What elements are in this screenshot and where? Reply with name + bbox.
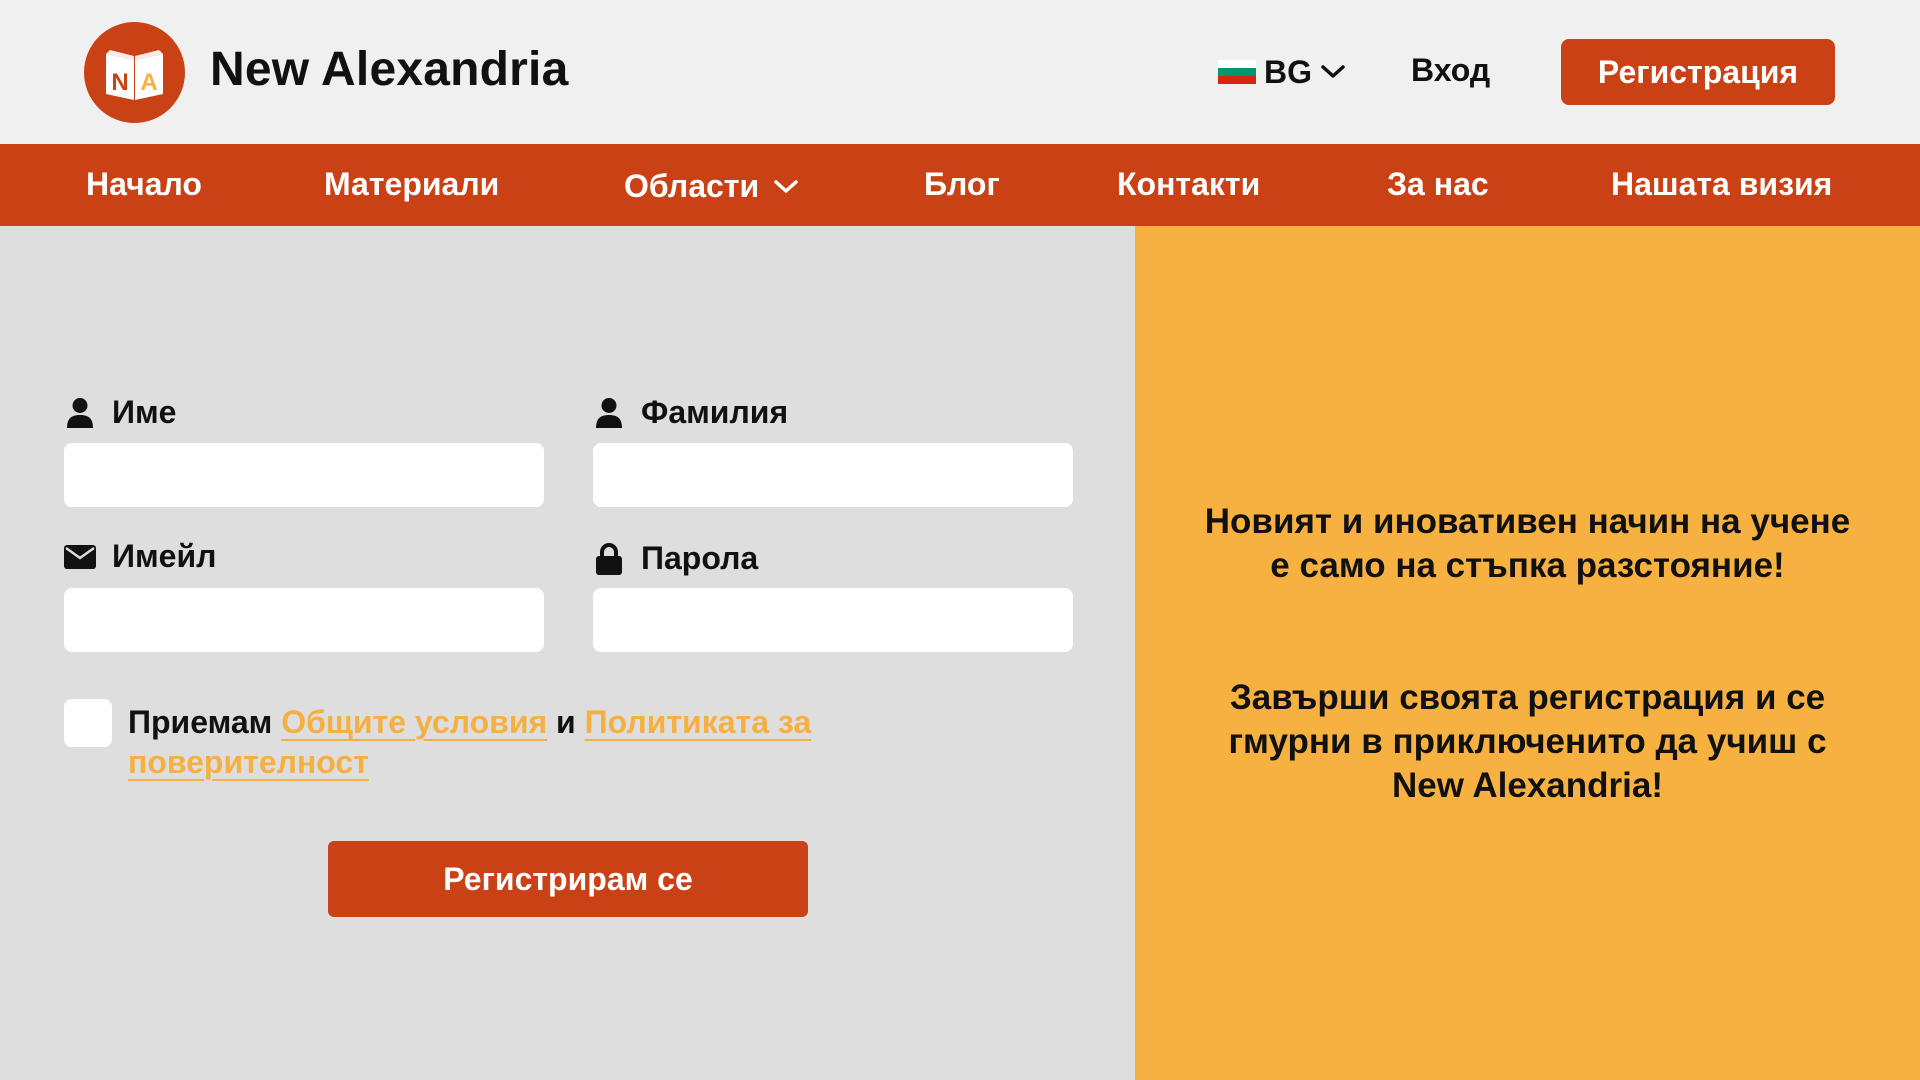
language-selector[interactable]: BG: [1218, 54, 1346, 90]
terms-conjunction: и: [556, 704, 576, 740]
bulgaria-flag-icon: [1218, 60, 1256, 84]
terms-link[interactable]: Общите условия: [281, 704, 547, 740]
nav-item-vision[interactable]: Нашата визия: [1611, 166, 1832, 203]
terms-prefix: Приемам: [128, 704, 273, 740]
top-header: N A New Alexandria BG Вход Регистрация: [0, 0, 1920, 144]
logo-letter-n: N: [111, 69, 128, 96]
nav-item-about[interactable]: За нас: [1387, 166, 1489, 203]
logo[interactable]: N A: [84, 22, 185, 123]
language-label: BG: [1264, 53, 1312, 90]
last-name-input[interactable]: [593, 443, 1073, 507]
promo-text-1: Новият и иновативен начин на учене е сам…: [1204, 502, 1851, 585]
user-icon: [593, 397, 625, 429]
brand-name[interactable]: New Alexandria: [210, 42, 569, 97]
login-link[interactable]: Вход: [1411, 52, 1490, 89]
nav-item-materials[interactable]: Материали: [324, 166, 499, 203]
promo-text-2: Завърши своята регистрация и се гмурни в…: [1228, 678, 1827, 805]
chevron-down-icon: [774, 179, 798, 193]
chevron-down-icon: [1321, 65, 1345, 78]
promo-panel: Новият и иновативен начин на учене е сам…: [1135, 226, 1920, 1080]
first-name-input[interactable]: [64, 443, 544, 507]
nav-item-label: Блог: [924, 166, 1000, 202]
first-name-label-text: Име: [112, 394, 177, 430]
nav-item-label: Нашата визия: [1611, 166, 1833, 202]
last-name-label: Фамилия: [593, 394, 788, 431]
password-label-text: Парола: [641, 540, 759, 576]
lock-icon: [593, 542, 625, 575]
registration-form: Име Фамилия Имейл Парола Приемам Общите …: [0, 226, 1135, 1080]
terms-checkbox[interactable]: [64, 699, 112, 747]
first-name-label: Име: [64, 394, 176, 431]
email-label-text: Имейл: [112, 538, 217, 574]
user-icon: [64, 397, 96, 429]
email-input[interactable]: [64, 588, 544, 652]
submit-register-button[interactable]: Регистрирам се: [328, 841, 808, 917]
nav-item-label: Контакти: [1117, 166, 1261, 202]
register-button[interactable]: Регистрация: [1561, 39, 1835, 105]
nav-item-label: Материали: [324, 166, 500, 202]
last-name-label-text: Фамилия: [641, 394, 789, 430]
main-nav: Начало Материали Области Блог Контакти З…: [0, 144, 1920, 226]
password-label: Парола: [593, 540, 758, 577]
email-label: Имейл: [64, 538, 216, 575]
nav-item-label: За нас: [1387, 166, 1489, 202]
terms-text: Приемам Общите условия и Политиката за п…: [128, 702, 848, 782]
nav-item-contacts[interactable]: Контакти: [1117, 166, 1260, 203]
nav-item-label: Области: [624, 168, 760, 204]
nav-item-label: Начало: [86, 166, 202, 202]
password-input[interactable]: [593, 588, 1073, 652]
envelope-icon: [64, 544, 96, 569]
nav-item-areas[interactable]: Области: [624, 168, 799, 205]
book-logo-icon: N A: [106, 50, 163, 100]
logo-letter-a: A: [140, 69, 157, 96]
nav-item-home[interactable]: Начало: [86, 166, 202, 203]
nav-item-blog[interactable]: Блог: [924, 166, 1000, 203]
